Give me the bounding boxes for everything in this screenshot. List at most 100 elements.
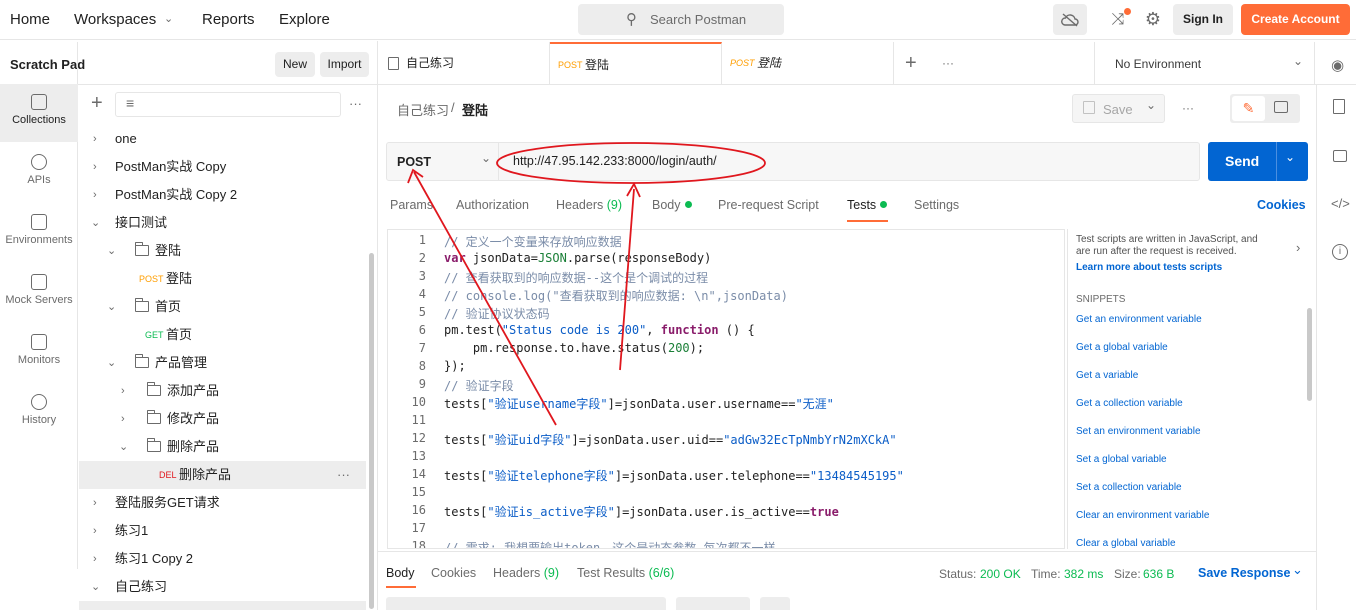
response-tab-test-results[interactable]: Test Results (6/6) bbox=[577, 566, 674, 580]
search-input[interactable]: ⚲ Search Postman bbox=[578, 4, 784, 35]
tree-folder[interactable]: ⌄ 产品管理 bbox=[79, 349, 366, 377]
tree-item[interactable]: › one bbox=[79, 125, 366, 153]
tab-params[interactable]: Params bbox=[390, 198, 433, 212]
filter-input[interactable]: ≡ bbox=[115, 92, 341, 117]
method-select[interactable]: POST ⌄ bbox=[387, 143, 499, 180]
environment-select[interactable]: No Environment ⌄ bbox=[1094, 42, 1315, 84]
info-icon[interactable]: i bbox=[1332, 244, 1348, 260]
snippet-link[interactable]: Clear an environment variable bbox=[1076, 510, 1209, 521]
tab-tests[interactable]: Tests bbox=[847, 198, 888, 212]
tree-request[interactable]: GET 首页 bbox=[79, 321, 366, 349]
tree-item[interactable]: › PostMan实战 Copy 2 bbox=[79, 181, 366, 209]
nav-explore[interactable]: Explore bbox=[279, 11, 330, 28]
snippet-link[interactable]: Get a variable bbox=[1076, 370, 1138, 381]
tree-item[interactable]: ⌄ 接口测试 bbox=[79, 209, 366, 237]
tab-body[interactable]: Body bbox=[652, 198, 692, 212]
more-options-icon[interactable]: ··· bbox=[337, 461, 350, 489]
import-button[interactable]: Import bbox=[320, 52, 369, 77]
wrap-button[interactable] bbox=[760, 597, 790, 610]
status-badge[interactable]: 200 OK bbox=[980, 567, 1021, 581]
tree-item[interactable]: › 练习1 bbox=[79, 517, 366, 545]
nav-workspaces[interactable]: Workspaces bbox=[74, 11, 156, 28]
tree-request[interactable]: POST 登陆 bbox=[79, 265, 366, 293]
rail-monitors[interactable]: Monitors bbox=[0, 324, 78, 382]
tree-item[interactable]: ⌄ 自己练习 bbox=[79, 573, 366, 601]
url-bar: POST ⌄ http://47.95.142.233:8000/login/a… bbox=[386, 142, 1200, 181]
tab-request[interactable]: POST 登陆 bbox=[722, 42, 894, 84]
tab-authorization[interactable]: Authorization bbox=[456, 198, 529, 212]
save-button[interactable]: Save ⌄ bbox=[1072, 94, 1165, 123]
eye-icon[interactable]: ◉ bbox=[1331, 56, 1344, 74]
snippet-link[interactable]: Set a collection variable bbox=[1076, 482, 1182, 493]
chevron-down-icon[interactable]: ⌄ bbox=[164, 12, 173, 25]
response-tab-cookies[interactable]: Cookies bbox=[431, 566, 476, 580]
snippet-link[interactable]: Get a collection variable bbox=[1076, 398, 1183, 409]
tab-prerequest[interactable]: Pre-request Script bbox=[718, 198, 819, 212]
cloud-sync-icon[interactable] bbox=[1053, 4, 1087, 35]
more-options-icon[interactable]: ··· bbox=[1182, 101, 1194, 115]
tree-folder[interactable]: ⌄ 删除产品 bbox=[79, 433, 366, 461]
url-input[interactable]: http://47.95.142.233:8000/login/auth/ bbox=[513, 154, 717, 168]
response-format-select[interactable] bbox=[676, 597, 750, 610]
line-number: 11 bbox=[411, 413, 426, 427]
tab-headers[interactable]: Headers (9) bbox=[556, 198, 622, 212]
chevron-right-icon: › bbox=[121, 385, 125, 397]
rail-environments[interactable]: Environments bbox=[0, 204, 78, 262]
divider bbox=[1316, 85, 1317, 610]
rail-apis[interactable]: APIs bbox=[0, 144, 78, 202]
tree-item[interactable]: › 登陆服务GET请求 bbox=[79, 489, 366, 517]
nav-reports[interactable]: Reports bbox=[202, 11, 255, 28]
edit-icon[interactable]: ✎ bbox=[1232, 96, 1265, 121]
snippet-link[interactable]: Set a global variable bbox=[1076, 454, 1167, 465]
new-button[interactable]: New bbox=[275, 52, 315, 77]
tree-item[interactable]: › 练习1 Copy 2 bbox=[79, 545, 366, 573]
new-tab-icon[interactable]: + bbox=[905, 52, 917, 75]
more-options-icon[interactable]: ··· bbox=[942, 56, 954, 70]
nav-home[interactable]: Home bbox=[10, 11, 50, 28]
create-account-button[interactable]: Create Account bbox=[1241, 4, 1350, 35]
more-options-icon[interactable]: ··· bbox=[349, 96, 362, 111]
snippet-link[interactable]: Get an environment variable bbox=[1076, 314, 1202, 325]
documentation-icon[interactable] bbox=[1333, 99, 1345, 114]
comment-icon[interactable] bbox=[1274, 101, 1288, 113]
chevron-down-icon[interactable]: ⌄ bbox=[1285, 150, 1295, 164]
breadcrumb-parent[interactable]: 自己练习 bbox=[397, 100, 449, 119]
snippets-scrollbar[interactable] bbox=[1307, 308, 1312, 401]
tree-folder[interactable]: › 添加产品 bbox=[79, 377, 366, 405]
tab-request[interactable]: 自己练习 bbox=[378, 42, 550, 84]
add-collection-icon[interactable]: + bbox=[91, 92, 103, 115]
code-icon[interactable]: </> bbox=[1331, 196, 1350, 211]
snippet-link[interactable]: Clear a global variable bbox=[1076, 538, 1176, 549]
snippet-link[interactable]: Set an environment variable bbox=[1076, 426, 1201, 437]
learn-more-link[interactable]: Learn more about tests scripts bbox=[1076, 262, 1222, 273]
response-size[interactable]: 636 B bbox=[1143, 567, 1174, 581]
line-number: 15 bbox=[411, 485, 426, 499]
response-tab-body[interactable]: Body bbox=[386, 566, 415, 580]
chevron-right-icon[interactable]: › bbox=[1296, 240, 1300, 255]
sign-in-button[interactable]: Sign In bbox=[1173, 4, 1233, 35]
rail-mock-servers[interactable]: Mock Servers bbox=[0, 264, 78, 322]
view-toggle[interactable]: ✎ bbox=[1230, 94, 1300, 123]
tab-settings[interactable]: Settings bbox=[914, 198, 959, 212]
cookies-link[interactable]: Cookies bbox=[1257, 198, 1306, 212]
rail-collections[interactable]: Collections bbox=[0, 84, 78, 142]
tree-folder[interactable]: ⌄ 登陆 bbox=[79, 237, 366, 265]
line-number: 3 bbox=[418, 269, 426, 283]
snippet-link[interactable]: Get a global variable bbox=[1076, 342, 1168, 353]
tree-folder[interactable]: ⌄ 首页 bbox=[79, 293, 366, 321]
sidebar-scrollbar[interactable] bbox=[369, 253, 374, 609]
tree-item[interactable]: › PostMan实战 Copy bbox=[79, 153, 366, 181]
tree-request-selected[interactable]: DEL 删除产品 ··· bbox=[79, 461, 366, 489]
folder-icon bbox=[135, 242, 149, 256]
save-response-button[interactable]: Save Response bbox=[1198, 566, 1290, 580]
gear-icon[interactable]: ⚙ bbox=[1143, 9, 1163, 30]
code-editor[interactable]: 1 2 3 4 5 6 7 8 9 10 11 12 13 14 15 16 17 18 // 定义一个变量来存放… bbox=[387, 229, 1065, 549]
line-number: 10 bbox=[411, 395, 426, 409]
response-time[interactable]: 382 ms bbox=[1064, 567, 1103, 581]
rail-history[interactable]: History bbox=[0, 384, 78, 442]
send-button[interactable]: Send ⌄ bbox=[1208, 142, 1308, 181]
comments-icon[interactable] bbox=[1333, 150, 1347, 162]
tab-request-active[interactable]: POST 登陆 bbox=[550, 42, 722, 84]
response-tab-headers[interactable]: Headers (9) bbox=[493, 566, 559, 580]
tree-folder[interactable]: › 修改产品 bbox=[79, 405, 366, 433]
